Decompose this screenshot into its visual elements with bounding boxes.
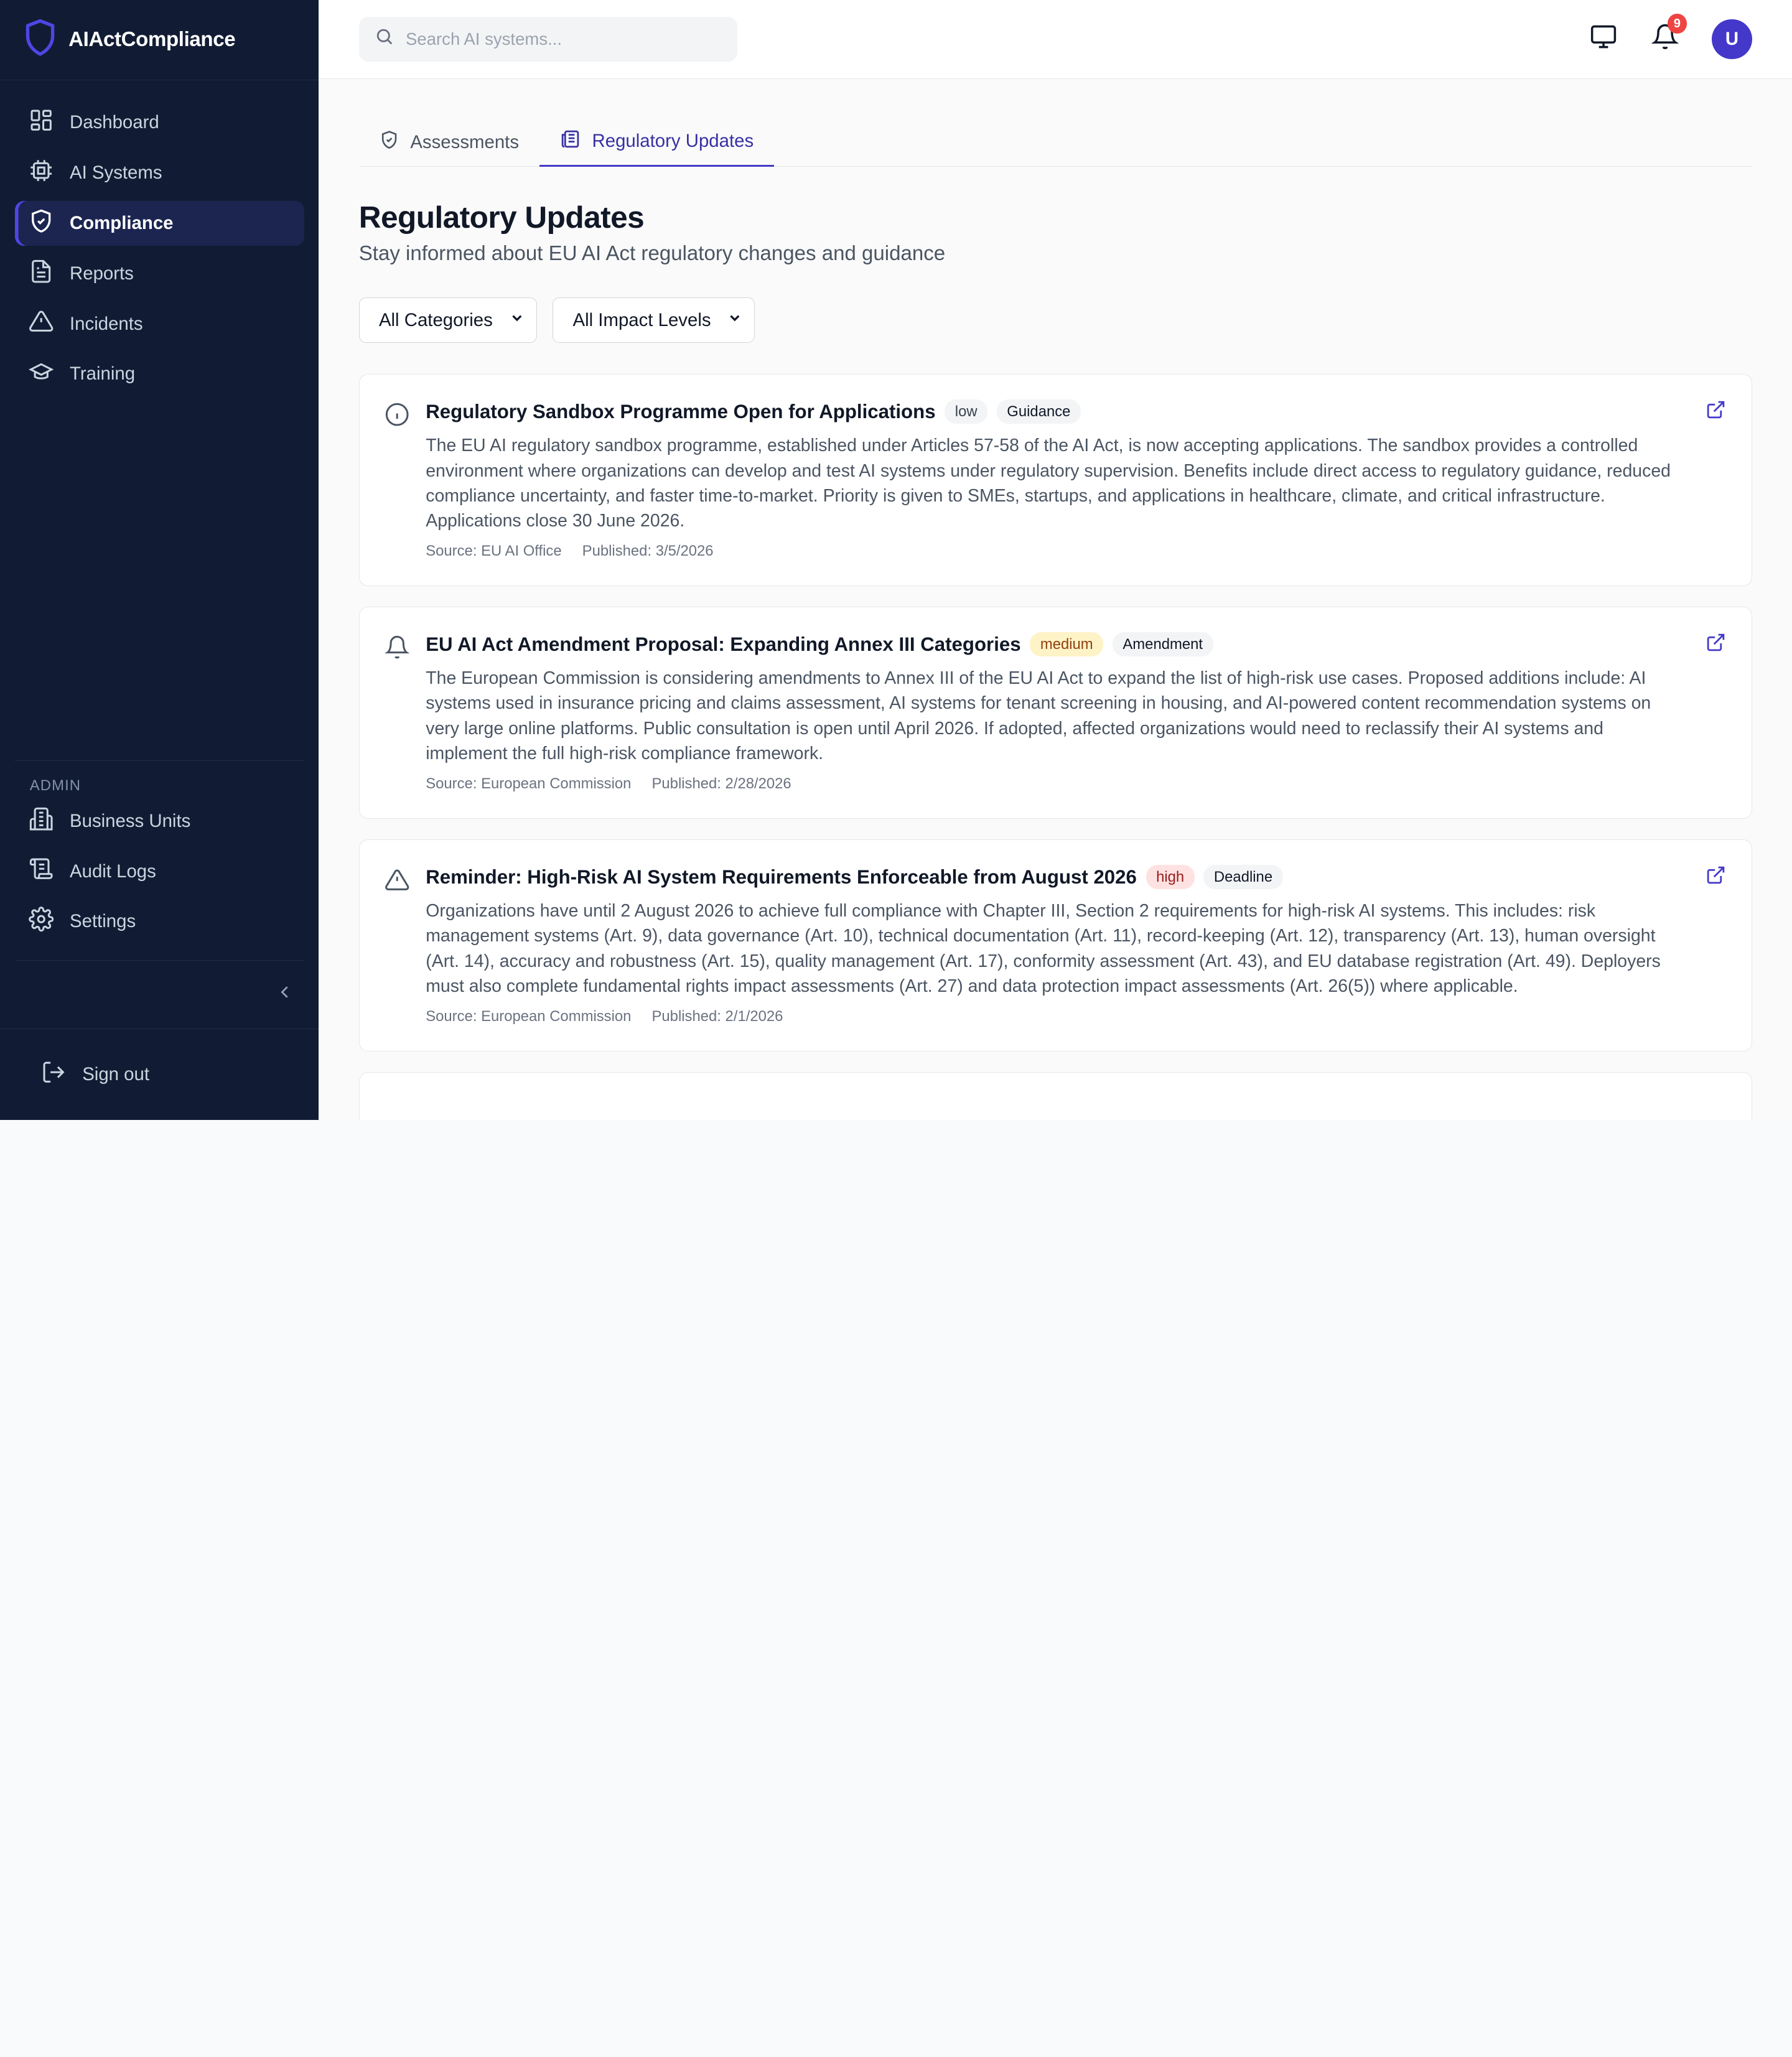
update-description: The European Commission is considering a…	[426, 668, 1651, 764]
search-box[interactable]	[358, 17, 737, 62]
update-description: Organizations have until 2 August 2026 t…	[426, 900, 1661, 997]
update-title: EU AI Act Amendment Proposal: Expanding …	[426, 633, 1021, 655]
update-card	[358, 1071, 1752, 1120]
sidebar-item-label: Training	[70, 363, 136, 385]
graduation-cap-icon	[28, 359, 54, 389]
info-icon	[385, 402, 412, 429]
page-subtitle: Stay informed about EU AI Act regulatory…	[358, 241, 946, 265]
category-badge: Amendment	[1112, 632, 1213, 657]
external-link-icon[interactable]	[1706, 865, 1726, 885]
impact-badge: medium	[1030, 632, 1104, 657]
file-text-icon	[29, 259, 54, 289]
updates-list: Regulatory Sandbox Programme Open for Ap…	[358, 374, 1752, 1120]
log-out-icon	[41, 1060, 66, 1089]
monitor-icon	[1590, 23, 1617, 55]
update-published: Published: 2/28/2026	[651, 775, 791, 793]
search-icon	[375, 27, 394, 51]
impact-badge: low	[945, 399, 988, 424]
update-title: Reminder: High-Risk AI System Requiremen…	[426, 865, 1137, 888]
chevron-down-icon	[727, 310, 743, 331]
sign-out-button[interactable]: Sign out	[0, 1028, 319, 1120]
gear-icon	[29, 907, 54, 936]
admin-section-label: ADMIN	[29, 777, 82, 794]
shield-check-icon	[380, 130, 399, 154]
shield-logo-icon	[23, 18, 57, 62]
sidebar-item-label: Business Units	[70, 810, 191, 831]
alert-triangle-icon	[385, 867, 412, 895]
dashboard-icon	[29, 108, 54, 138]
content: Assessments Regulatory Updates Regulator…	[319, 78, 1792, 1120]
update-card: EU AI Act Amendment Proposal: Expanding …	[358, 606, 1752, 819]
sidebar-item-label: Reports	[70, 263, 134, 284]
sidebar-item-label: AI Systems	[70, 162, 162, 184]
tab-bar: Assessments Regulatory Updates	[358, 118, 1752, 167]
brand[interactable]: AIActCompliance	[0, 0, 319, 80]
tab-label: Regulatory Updates	[592, 131, 754, 152]
alert-triangle-icon	[29, 309, 54, 338]
newspaper-icon	[560, 129, 581, 154]
chevron-left-icon[interactable]	[274, 982, 295, 1007]
page-title: Regulatory Updates	[358, 199, 645, 235]
external-link-icon[interactable]	[1706, 632, 1726, 653]
external-link-icon[interactable]	[1706, 399, 1726, 420]
update-source: Source: European Commission	[426, 1008, 632, 1025]
app-name: AIActCompliance	[68, 27, 236, 51]
tab-regulatory-updates[interactable]: Regulatory Updates	[539, 118, 775, 167]
impact-select-value: All Impact Levels	[572, 309, 711, 330]
sidebar-item-business-units[interactable]: Business Units	[15, 799, 304, 844]
top-actions: 9 U	[1589, 14, 1752, 59]
sidebar-item-label: Dashboard	[70, 112, 159, 133]
notification-count-badge: 9	[1667, 14, 1687, 34]
update-title: Regulatory Sandbox Programme Open for Ap…	[426, 400, 936, 422]
sidebar-item-settings[interactable]: Settings	[15, 900, 304, 945]
sidebar-item-label: Settings	[70, 911, 136, 932]
category-badge: Deadline	[1203, 865, 1283, 890]
app-root: AIActCompliance Dashboard AI Systems Com…	[0, 0, 1792, 1120]
sidebar-item-label: Incidents	[70, 313, 143, 334]
update-description: The EU AI regulatory sandbox programme, …	[426, 436, 1671, 531]
category-badge: Guidance	[996, 399, 1081, 424]
sidebar-item-compliance[interactable]: Compliance	[14, 201, 304, 246]
filters: All Categories All Impact Levels	[358, 297, 1752, 343]
category-select-value: All Categories	[378, 309, 493, 330]
update-source: Source: European Commission	[426, 775, 632, 793]
tab-assessments[interactable]: Assessments	[359, 118, 539, 167]
sign-out-label: Sign out	[82, 1063, 150, 1084]
admin-section: ADMIN Business Units Audit Logs Settings	[14, 760, 304, 945]
notifications-button[interactable]: 9	[1650, 14, 1687, 54]
sidebar-item-reports[interactable]: Reports	[15, 251, 304, 296]
update-card: Reminder: High-Risk AI System Requiremen…	[358, 839, 1752, 1052]
update-card: Regulatory Sandbox Programme Open for Ap…	[358, 374, 1752, 586]
main-nav: Dashboard AI Systems Compliance Reports	[0, 80, 319, 397]
main-area: 9 U Assessments Regulatory Updates	[319, 0, 1792, 1120]
category-select[interactable]: All Categories	[358, 297, 537, 343]
impact-select[interactable]: All Impact Levels	[553, 297, 755, 343]
update-published: Published: 3/5/2026	[582, 543, 714, 560]
sidebar-item-audit-logs[interactable]: Audit Logs	[15, 849, 304, 894]
sidebar: AIActCompliance Dashboard AI Systems Com…	[0, 0, 319, 1120]
user-avatar[interactable]: U	[1712, 19, 1752, 59]
sidebar-item-label: Audit Logs	[70, 861, 156, 882]
logs-icon	[29, 856, 54, 886]
sidebar-item-dashboard[interactable]: Dashboard	[15, 101, 304, 146]
topbar: 9 U	[319, 0, 1792, 79]
monitor-button[interactable]	[1589, 24, 1618, 54]
sidebar-item-ai-systems[interactable]: AI Systems	[15, 151, 304, 195]
cpu-icon	[29, 158, 54, 188]
impact-badge: high	[1146, 865, 1195, 890]
update-published: Published: 2/1/2026	[651, 1008, 783, 1025]
collapse-row	[14, 959, 304, 1028]
tab-label: Assessments	[410, 131, 520, 152]
building-icon	[29, 806, 54, 836]
shield-check-icon	[29, 208, 54, 238]
sidebar-item-incidents[interactable]: Incidents	[15, 302, 304, 347]
sidebar-item-label: Compliance	[70, 213, 174, 234]
sidebar-item-training[interactable]: Training	[15, 352, 304, 397]
bell-icon	[385, 635, 412, 662]
search-input[interactable]	[406, 29, 721, 49]
chevron-down-icon	[509, 310, 525, 331]
update-source: Source: EU AI Office	[426, 543, 562, 560]
